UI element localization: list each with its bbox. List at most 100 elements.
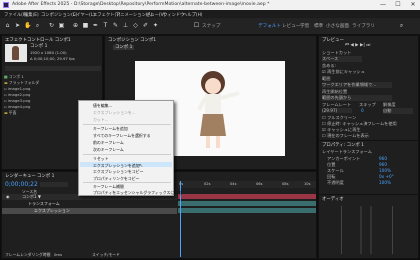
workspace-learn[interactable]: 学習 (300, 23, 309, 29)
selection-tool-icon[interactable]: ➤ (14, 22, 21, 30)
first-frame-icon[interactable]: ⏮ (345, 43, 349, 48)
menu-layer[interactable]: レイヤー(L) (72, 12, 95, 18)
menu-edit[interactable]: 編集(E) (24, 12, 39, 18)
eraser-tool-icon[interactable]: ◇ (132, 22, 139, 30)
menu-window[interactable]: ウィンドウ (163, 12, 184, 18)
cache-checkbox[interactable]: ☑ 再生前にキャッシュ (322, 69, 365, 75)
opacity-value[interactable]: 100% (379, 180, 391, 185)
comp-thumbnail (5, 44, 27, 62)
rotate-tool-icon[interactable]: ↻ (48, 22, 55, 30)
context-menu: 値を編集... エクスプレッションを... カット... キーフレームを追加 す… (78, 100, 182, 196)
meter-bar (370, 206, 372, 254)
menu-item-add-to-essential-graphics[interactable]: プロパティをエッセンシャルグラフィックスに追加 (93, 190, 182, 196)
menu-help[interactable]: ヘルプ(H) (183, 12, 202, 18)
property-track-bar[interactable] (178, 208, 316, 213)
project-tab[interactable]: エフェクトコントロール コンポ1 (5, 37, 71, 43)
workspace-review[interactable]: レビュー (282, 23, 300, 29)
thumbnail-figure-icon (12, 46, 19, 60)
pan-behind-tool-icon[interactable]: ⊕ (72, 22, 79, 30)
puppet-tool-icon[interactable]: ✦ (152, 22, 159, 30)
minimize-button[interactable]: — (376, 1, 390, 9)
maximize-button[interactable]: ☐ (391, 1, 405, 9)
type-tool-icon[interactable]: T (102, 22, 109, 30)
transform-row[interactable]: トランスフォーム (2, 201, 177, 207)
play-icon[interactable]: ▶ (355, 43, 358, 48)
resolution-select[interactable]: 自動 (383, 108, 413, 114)
property-row[interactable]: エクスプレッション (2, 208, 177, 214)
stamp-tool-icon[interactable]: ⊥ (122, 22, 129, 30)
range-select[interactable]: ワークエリアを作業領域で... (322, 82, 392, 88)
snap-checkbox[interactable]: ☐ (192, 22, 201, 30)
position-value[interactable]: 960 (379, 162, 387, 167)
menu-item-add-expression[interactable]: エクスプレッションを追加 (93, 163, 140, 169)
skip-value[interactable]: 0 (361, 108, 364, 113)
time-ruler[interactable]: 0s 02s 04s 06s 08s 10s (178, 181, 316, 188)
pen-tool-icon[interactable]: ✒ (92, 22, 99, 30)
menu-separator (83, 154, 171, 155)
menu-item-next-keyframe[interactable]: 次のキーフレーム (93, 147, 124, 153)
timeline-search-input[interactable] (40, 182, 68, 187)
zoom-tool-icon[interactable]: ⌕ (34, 22, 41, 30)
menu-item-edit-value[interactable]: 値を編集... (93, 103, 112, 109)
workspace-default[interactable]: デフォルト (258, 23, 281, 29)
project-row[interactable]: ▫ image1.png (4, 86, 100, 91)
project-search-input[interactable] (5, 66, 101, 71)
render-queue-tab[interactable]: レンダーキュー (5, 173, 36, 179)
prev-frame-icon[interactable]: ◀ (350, 43, 353, 48)
roto-brush-icon[interactable]: ✐ (142, 22, 149, 30)
close-button[interactable]: ✕ (406, 1, 420, 9)
menu-item-cut-disabled: カット... (93, 117, 109, 122)
layer-track-bar[interactable] (178, 194, 316, 199)
project-row[interactable]: ▬ フラットフォルダ (4, 80, 100, 85)
play-from-select[interactable]: 範囲の先頭から (322, 95, 392, 101)
transform-track-bar[interactable] (178, 201, 316, 206)
scale-value[interactable]: 100% (379, 168, 391, 173)
workspace-library[interactable]: ライブラリ (352, 23, 375, 29)
shape-tool-icon[interactable]: ■ (82, 22, 89, 30)
render-time-value: 0ms (54, 252, 63, 257)
menu-separator (83, 124, 171, 125)
shortcut-select[interactable]: スペース (322, 56, 362, 62)
menu-item-prev-keyframe[interactable]: 前のキーフレーム (93, 140, 124, 146)
home-icon[interactable]: ⌂ (4, 22, 11, 30)
properties-title[interactable]: プロパティ: コンポ 1 (322, 142, 364, 148)
current-frame-checkbox[interactable]: ☐ 現在のフレームを表示 (322, 133, 369, 139)
toggle-switches-modes[interactable]: スイッチ/モード (92, 252, 120, 257)
leg-shape (206, 136, 210, 148)
ruler-tick: 04s (230, 182, 237, 186)
brush-tool-icon[interactable]: ✎ (112, 22, 119, 30)
workspace-standard[interactable]: 標準 (314, 23, 323, 29)
menu-bar: ファイル(F) 編集(E) コンポジション(C) レイヤー(L) エフェクト(T… (0, 10, 420, 18)
comp-duration: Δ 0;00;10;00, 29.97 fps (30, 56, 75, 61)
project-row[interactable]: ▦ コンポ 1 (4, 74, 100, 79)
shirt-shape (205, 94, 221, 114)
anchor-value[interactable]: 960 (379, 156, 387, 161)
preview-title[interactable]: プレビュー (322, 37, 344, 43)
menu-item-select-all-keyframes[interactable]: すべてのキーフレームを選択する (93, 133, 151, 139)
ruler-tick: 10s (304, 182, 311, 186)
menu-item-add-keyframe[interactable]: キーフレームを追加 (93, 126, 128, 132)
rotation-value[interactable]: 0x +0° (379, 174, 394, 179)
comp-info: 1920 x 1080 (1.00) (30, 50, 67, 55)
pointing-arm-shape (220, 91, 240, 100)
composition-subtab[interactable]: コンポ 1 (113, 45, 135, 50)
last-frame-icon[interactable]: ⏭ (366, 43, 370, 48)
divider (319, 140, 420, 141)
current-time[interactable]: 0;00;00;22 (5, 181, 38, 188)
search-icon[interactable]: ⌕ (398, 22, 405, 30)
menu-item-copy-expression[interactable]: エクスプレッションをコピー (93, 169, 143, 175)
camera-tool-icon[interactable]: ▣ (58, 22, 65, 30)
face-shape (205, 78, 221, 94)
layer-transform-label: レイヤートランスフォーム (322, 149, 372, 154)
frame-rate-select[interactable]: (29.97) (322, 108, 352, 113)
timeline-comp-tab[interactable]: コンポ 1 (37, 173, 54, 179)
audio-meter (341, 206, 393, 254)
hand-tool-icon[interactable]: ✋ (24, 22, 31, 30)
right-panel: プレビュー ⏮ ◀ ▶ ▶| ⏭ ショートカット スペース 含める: ☑ 再生前… (318, 35, 420, 259)
composition-tab[interactable]: コンポジション コンポ1 (108, 37, 156, 43)
eye-icon[interactable]: ◉ (6, 194, 10, 199)
next-frame-icon[interactable]: ▶| (360, 43, 365, 48)
project-row[interactable]: ▫ image2.png (4, 92, 100, 97)
audio-title[interactable]: オーディオ (322, 196, 344, 202)
workspace-small-screen[interactable]: 小さな画面 (326, 23, 349, 29)
